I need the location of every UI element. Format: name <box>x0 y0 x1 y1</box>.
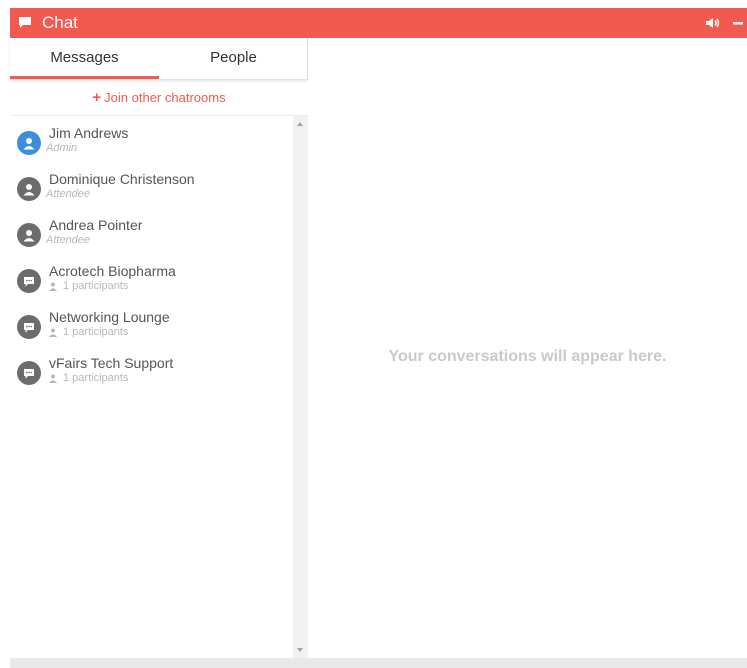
chat-header: Chat <box>10 8 747 38</box>
conversation-name: Networking Lounge <box>49 309 170 325</box>
join-chatrooms-label: Join other chatrooms <box>104 90 226 105</box>
participants-count: 1 participants <box>49 280 176 293</box>
empty-state-message: Your conversations will appear here. <box>388 348 667 365</box>
conversation-item-andrea-pointer[interactable]: Andrea Pointer Attendee <box>10 208 293 254</box>
participant-icon <box>49 328 57 337</box>
participants-count: 1 participants <box>49 326 170 339</box>
tab-people[interactable]: People <box>159 38 308 79</box>
tab-messages[interactable]: Messages <box>10 38 159 79</box>
scroll-up-icon[interactable] <box>297 122 303 126</box>
left-panel: Messages People + Join other chatrooms Ji… <box>10 38 308 658</box>
volume-icon[interactable] <box>705 17 721 29</box>
plus-icon: + <box>92 89 102 106</box>
participant-icon <box>49 282 57 291</box>
conversation-name: Andrea Pointer <box>49 217 143 233</box>
conversation-scrollbar[interactable] <box>293 116 308 658</box>
conversation-name: Acrotech Biopharma <box>49 263 176 279</box>
minimize-icon[interactable] <box>733 17 743 29</box>
header-controls <box>705 17 743 29</box>
conversation-name: Jim Andrews <box>49 125 129 141</box>
chatroom-icon <box>17 269 41 293</box>
participants-label: 1 participants <box>63 372 129 384</box>
conversation-item-networking-lounge[interactable]: Networking Lounge 1 participants <box>10 300 293 346</box>
conversation-item-vfairs-tech-support[interactable]: vFairs Tech Support 1 participants <box>10 346 293 392</box>
conversation-name: vFairs Tech Support <box>49 355 174 371</box>
user-avatar-icon <box>17 131 41 155</box>
participant-icon <box>49 374 57 383</box>
chatroom-icon <box>17 315 41 339</box>
conversation-item-jim-andrews[interactable]: Jim Andrews Admin <box>10 116 293 162</box>
conversation-panel: Your conversations will appear here. <box>308 38 747 658</box>
conversation-item-dominique-christenson[interactable]: Dominique Christenson Attendee <box>10 162 293 208</box>
conversation-list-wrap: Jim Andrews Admin Dominique Christenson … <box>10 116 308 658</box>
conversation-list: Jim Andrews Admin Dominique Christenson … <box>10 116 293 658</box>
participants-label: 1 participants <box>63 326 129 338</box>
participants-label: 1 participants <box>63 280 129 292</box>
user-avatar-icon <box>17 177 41 201</box>
chatroom-icon <box>17 361 41 385</box>
conversation-name: Dominique Christenson <box>49 171 195 187</box>
conversation-role: Attendee <box>46 234 91 246</box>
scroll-down-icon[interactable] <box>297 648 303 652</box>
conversation-item-acrotech-biopharma[interactable]: Acrotech Biopharma 1 participants <box>10 254 293 300</box>
conversation-role: Attendee <box>46 188 91 200</box>
conversation-role: Admin <box>46 142 78 154</box>
chat-bubble-icon <box>18 15 34 31</box>
user-avatar-icon <box>17 223 41 247</box>
participants-count: 1 participants <box>49 372 173 385</box>
chat-title: Chat <box>42 13 78 32</box>
tab-bar: Messages People <box>10 38 308 80</box>
bottom-bar <box>10 658 747 668</box>
join-chatrooms-link[interactable]: + Join other chatrooms <box>10 80 308 116</box>
